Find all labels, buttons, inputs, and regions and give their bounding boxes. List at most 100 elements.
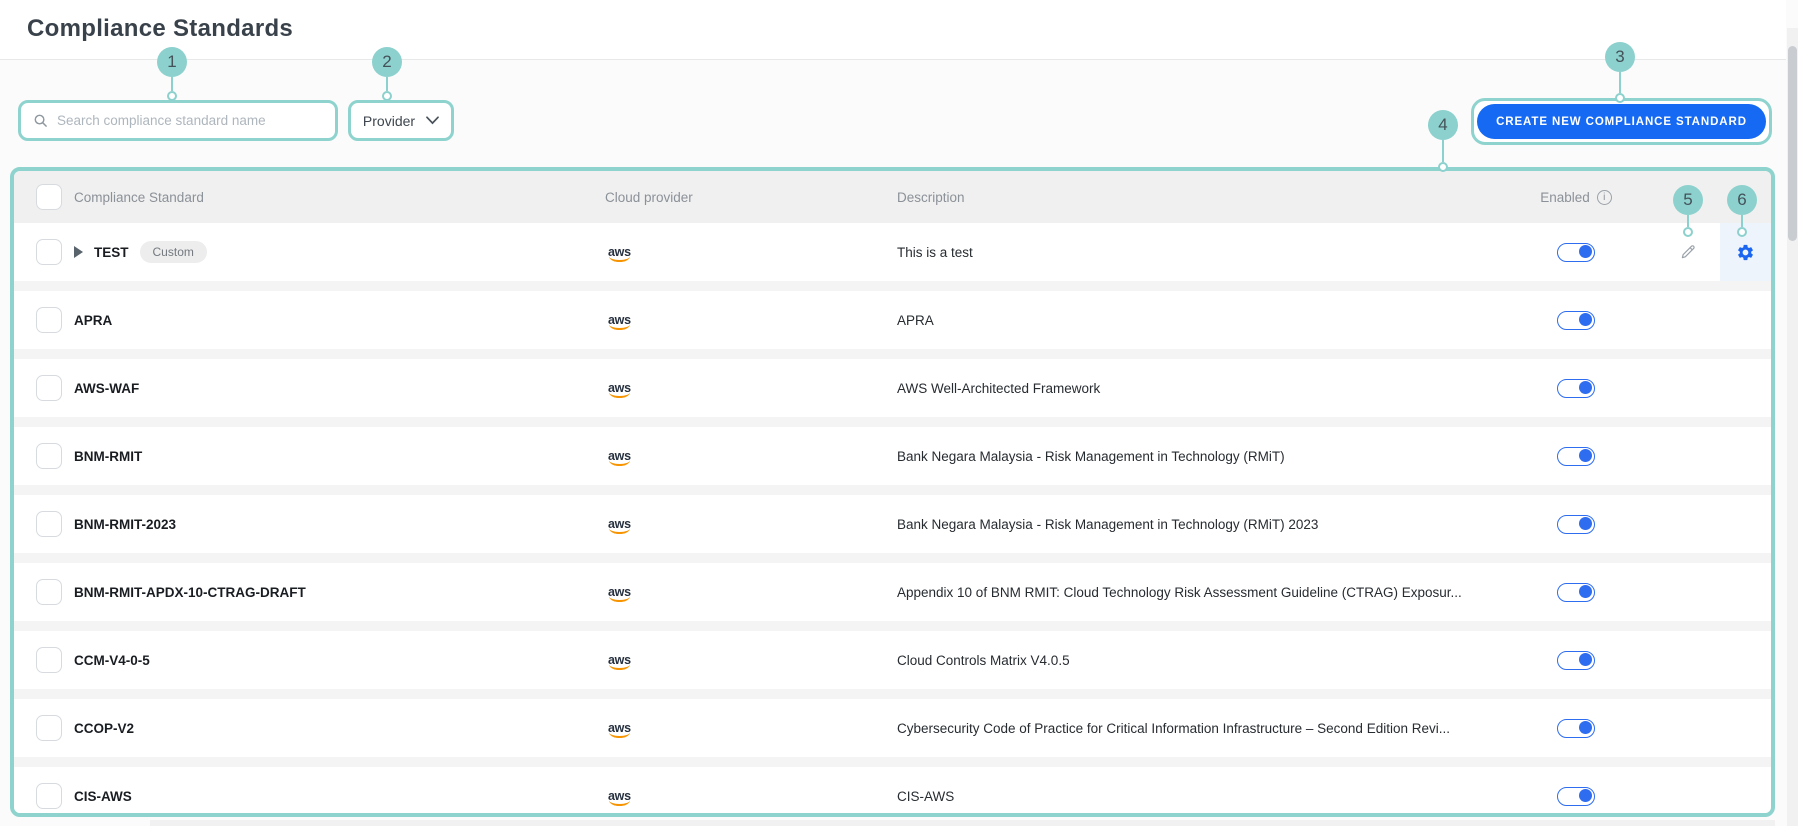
aws-smile-icon bbox=[608, 324, 630, 330]
row-checkbox[interactable] bbox=[36, 647, 62, 673]
annotation-2: 2 bbox=[372, 47, 402, 101]
table-row: AWS-WAF aws AWS Well-Architected Framework bbox=[14, 359, 1771, 417]
annotation-4-number: 4 bbox=[1428, 110, 1458, 140]
aws-smile-icon bbox=[608, 392, 630, 398]
vertical-scrollbar[interactable] bbox=[1787, 28, 1798, 826]
standard-name: APRA bbox=[74, 312, 113, 328]
row-checkbox[interactable] bbox=[36, 375, 62, 401]
row-checkbox[interactable] bbox=[36, 307, 62, 333]
row-checkbox[interactable] bbox=[36, 511, 62, 537]
info-icon[interactable]: i bbox=[1596, 189, 1612, 205]
column-header-cloud-provider: Cloud provider bbox=[605, 189, 693, 205]
row-description: Bank Negara Malaysia - Risk Management i… bbox=[897, 516, 1319, 532]
expand-arrow-icon[interactable] bbox=[74, 246, 83, 258]
top-bar: Compliance Standards bbox=[0, 0, 1786, 60]
row-description: CIS-AWS bbox=[897, 788, 955, 804]
aws-logo: aws bbox=[608, 381, 631, 398]
enabled-toggle[interactable] bbox=[1557, 650, 1595, 670]
toggle-knob bbox=[1579, 653, 1592, 666]
table-row: CCM-V4-0-5 aws Cloud Controls Matrix V4.0.… bbox=[14, 631, 1771, 689]
aws-smile-icon bbox=[608, 460, 630, 466]
row-description: Appendix 10 of BNM RMIT: Cloud Technolog… bbox=[897, 584, 1462, 600]
annotation-4: 4 bbox=[1428, 110, 1458, 172]
table-bottom-edge bbox=[150, 820, 1775, 826]
create-new-compliance-standard-button[interactable]: CREATE NEW COMPLIANCE STANDARD bbox=[1477, 104, 1766, 139]
row-checkbox[interactable] bbox=[36, 443, 62, 469]
custom-badge: Custom bbox=[139, 241, 207, 263]
toggle-knob bbox=[1579, 721, 1592, 734]
row-description: APRA bbox=[897, 312, 934, 328]
enabled-toggle[interactable] bbox=[1557, 446, 1595, 466]
search-input[interactable] bbox=[57, 113, 323, 128]
search-field-highlight bbox=[18, 100, 338, 141]
toggle-knob bbox=[1579, 313, 1592, 326]
scrollbar-thumb[interactable] bbox=[1788, 46, 1797, 241]
aws-smile-icon bbox=[608, 800, 630, 806]
enabled-toggle[interactable] bbox=[1557, 378, 1595, 398]
column-header-description: Description bbox=[897, 189, 965, 205]
table-row: BNM-RMIT-APDX-10-CTRAG-DRAFT aws Appendix … bbox=[14, 563, 1771, 621]
standard-name: CCOP-V2 bbox=[74, 720, 135, 736]
annotation-1: 1 bbox=[157, 47, 187, 101]
annotation-3: 3 bbox=[1605, 42, 1635, 103]
toggle-knob bbox=[1579, 245, 1592, 258]
toggle-knob bbox=[1579, 585, 1592, 598]
toggle-knob bbox=[1579, 517, 1592, 530]
table-row: BNM-RMIT-2023 aws Bank Negara Malaysia - R… bbox=[14, 495, 1771, 553]
aws-smile-icon bbox=[608, 664, 630, 670]
aws-smile-icon bbox=[608, 596, 630, 602]
select-all-checkbox[interactable] bbox=[36, 184, 62, 210]
provider-filter-highlight: Provider bbox=[348, 100, 454, 141]
standard-name: BNM-RMIT-2023 bbox=[74, 516, 177, 532]
toggle-knob bbox=[1579, 789, 1592, 802]
annotation-3-number: 3 bbox=[1605, 42, 1635, 72]
search-field[interactable] bbox=[26, 107, 330, 134]
edit-pencil-button[interactable] bbox=[1679, 243, 1697, 261]
aws-logo: aws bbox=[608, 245, 631, 262]
aws-logo: aws bbox=[608, 449, 631, 466]
annotation-5: 5 bbox=[1673, 185, 1703, 237]
row-description: This is a test bbox=[897, 244, 973, 260]
aws-logo: aws bbox=[608, 313, 631, 330]
annotation-6-number: 6 bbox=[1727, 185, 1757, 215]
search-icon bbox=[34, 114, 47, 127]
enabled-toggle[interactable] bbox=[1557, 310, 1595, 330]
enabled-toggle[interactable] bbox=[1557, 242, 1595, 262]
aws-logo: aws bbox=[608, 517, 631, 534]
compliance-standards-table: Compliance Standard Cloud provider Descr… bbox=[10, 167, 1775, 817]
aws-logo: aws bbox=[608, 653, 631, 670]
annotation-5-number: 5 bbox=[1673, 185, 1703, 215]
annotation-1-number: 1 bbox=[157, 47, 187, 77]
chevron-down-icon bbox=[426, 116, 439, 125]
aws-smile-icon bbox=[608, 528, 630, 534]
enabled-toggle[interactable] bbox=[1557, 786, 1595, 806]
annotation-4-dot bbox=[1438, 162, 1448, 172]
page-title: Compliance Standards bbox=[27, 15, 294, 42]
table-header-row: Compliance Standard Cloud provider Descr… bbox=[14, 171, 1771, 223]
column-header-enabled: Enabled bbox=[1540, 189, 1590, 205]
enabled-toggle[interactable] bbox=[1557, 582, 1595, 602]
provider-filter-dropdown[interactable]: Provider bbox=[351, 103, 451, 138]
standard-name: AWS-WAF bbox=[74, 380, 140, 396]
toggle-knob bbox=[1579, 381, 1592, 394]
column-header-standard: Compliance Standard bbox=[74, 189, 204, 205]
settings-gear-button[interactable] bbox=[1736, 243, 1755, 262]
row-description: AWS Well-Architected Framework bbox=[897, 380, 1101, 396]
enabled-toggle[interactable] bbox=[1557, 718, 1595, 738]
row-checkbox[interactable] bbox=[36, 783, 62, 809]
row-checkbox[interactable] bbox=[36, 579, 62, 605]
table-row: CIS-AWS aws CIS-AWS bbox=[14, 767, 1771, 813]
row-checkbox[interactable] bbox=[36, 239, 62, 265]
standard-name: BNM-RMIT-APDX-10-CTRAG-DRAFT bbox=[74, 584, 306, 600]
row-checkbox[interactable] bbox=[36, 715, 62, 741]
provider-filter-label: Provider bbox=[362, 112, 416, 129]
create-button-highlight: CREATE NEW COMPLIANCE STANDARD bbox=[1471, 98, 1772, 145]
row-description: Bank Negara Malaysia - Risk Management i… bbox=[897, 448, 1285, 464]
annotation-1-dot bbox=[167, 91, 177, 101]
annotation-5-dot bbox=[1683, 227, 1693, 237]
annotation-2-number: 2 bbox=[372, 47, 402, 77]
enabled-toggle[interactable] bbox=[1557, 514, 1595, 534]
annotation-6-dot bbox=[1737, 227, 1747, 237]
aws-smile-icon bbox=[608, 256, 630, 262]
annotation-6: 6 bbox=[1727, 185, 1757, 237]
